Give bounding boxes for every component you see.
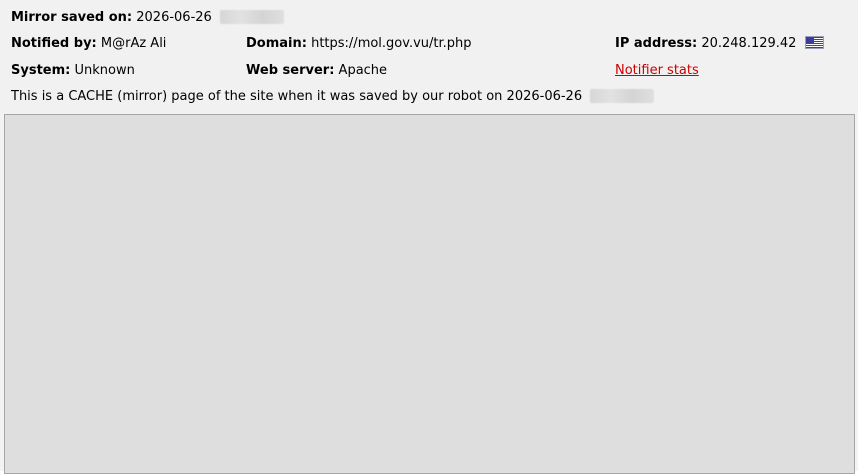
system-value: Unknown	[74, 63, 135, 78]
redacted-time	[590, 88, 655, 103]
mirror-saved-row: Mirror saved on: 2026-06-26	[11, 9, 284, 27]
domain-field: Domain: https://mol.gov.vu/tr.php	[246, 35, 472, 53]
web-server-field: Web server: Apache	[246, 62, 387, 80]
system-field: System: Unknown	[11, 62, 135, 80]
notifier-stats-container: Notifier stats	[615, 62, 699, 80]
domain-value: https://mol.gov.vu/tr.php	[311, 36, 472, 51]
mirror-content-frame[interactable]	[4, 114, 855, 474]
system-label: System:	[11, 63, 71, 78]
domain-label: Domain:	[246, 36, 307, 51]
cache-notice-text: This is a CACHE (mirror) page of the sit…	[11, 89, 583, 104]
notifier-stats-link[interactable]: Notifier stats	[615, 63, 699, 78]
redacted-time	[219, 9, 284, 24]
page-frame: Mirror saved on: 2026-06-26 Notified by:…	[0, 0, 858, 474]
web-server-label: Web server:	[246, 63, 335, 78]
us-flag-icon	[804, 36, 824, 49]
ip-address-field: IP address: 20.248.129.42	[615, 35, 824, 53]
notified-by-field: Notified by: M@rAz Ali	[11, 35, 166, 53]
web-server-value: Apache	[338, 63, 388, 78]
notified-by-label: Notified by:	[11, 36, 97, 51]
mirror-info-header: Mirror saved on: 2026-06-26 Notified by:…	[0, 0, 858, 114]
cache-notice-row: This is a CACHE (mirror) page of the sit…	[11, 88, 655, 106]
ip-address-label: IP address:	[615, 36, 698, 51]
notified-by-value: M@rAz Ali	[100, 36, 167, 51]
mirror-saved-date: 2026-06-26	[136, 10, 212, 25]
notified-row: Notified by: M@rAz Ali Domain: https://m…	[11, 35, 851, 53]
system-row: System: Unknown Web server: Apache Notif…	[11, 62, 851, 80]
ip-address-value: 20.248.129.42	[701, 36, 797, 51]
mirror-saved-label: Mirror saved on:	[11, 10, 133, 25]
